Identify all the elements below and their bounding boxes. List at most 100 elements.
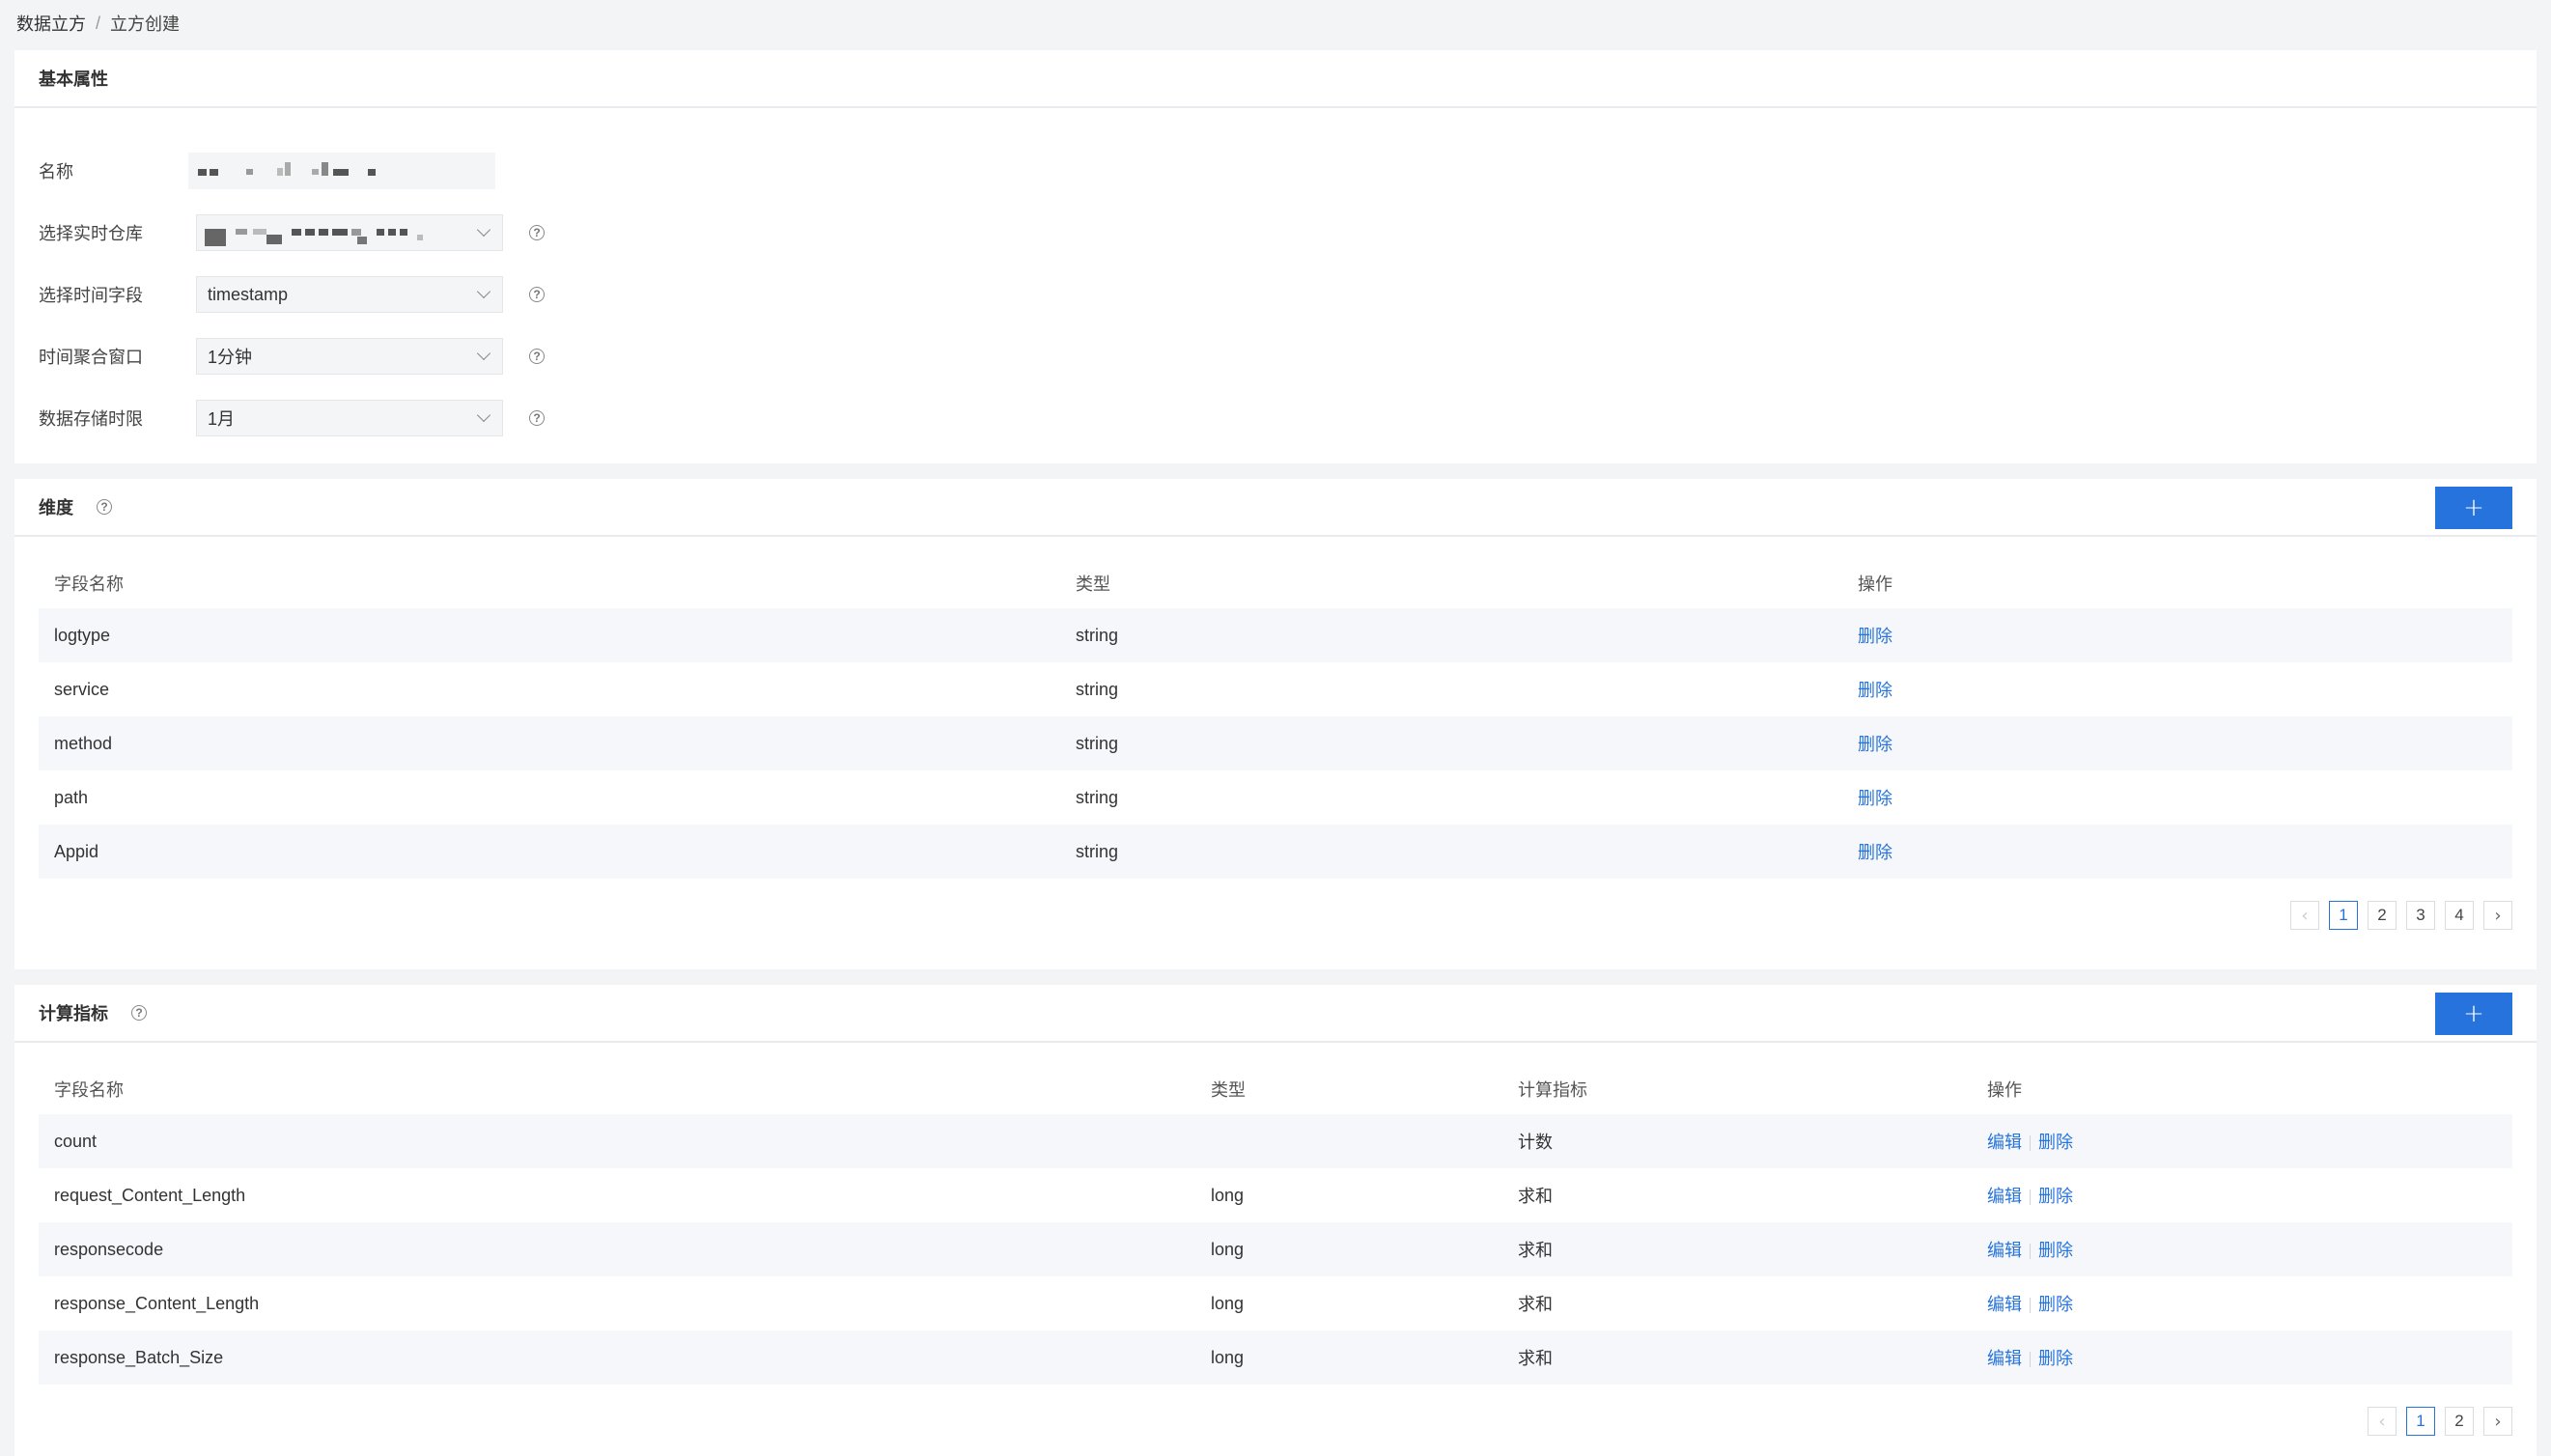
delete-link[interactable]: 删除 — [2038, 1241, 2073, 1260]
dimensions-pagination: ‹ 1 2 3 4 › — [2290, 901, 2512, 930]
metrics-table: 字段名称 类型 计算指标 操作 count 计数 编辑 删除 request_Co… — [39, 1064, 2512, 1385]
edit-link[interactable]: 编辑 — [1987, 1187, 2022, 1206]
retention-select[interactable]: 1月 — [196, 400, 503, 436]
field-name: method — [54, 733, 113, 753]
chevron-down-icon — [476, 284, 491, 299]
page-3-button[interactable]: 3 — [2406, 901, 2435, 930]
time-field-select[interactable]: timestamp — [196, 276, 503, 313]
dimensions-title: 维度 — [39, 498, 73, 518]
next-page-button[interactable]: › — [2483, 901, 2512, 930]
chevron-down-icon — [476, 346, 491, 361]
help-icon[interactable]: ? — [529, 225, 545, 240]
metrics-pagination: ‹ 1 2 › — [2368, 1407, 2512, 1436]
help-icon[interactable]: ? — [97, 499, 112, 515]
window-select[interactable]: 1分钟 — [196, 338, 503, 375]
field-metric: 求和 — [1518, 1295, 1553, 1314]
column-header-type: 类型 — [1076, 574, 1110, 594]
field-type: long — [1211, 1185, 1245, 1205]
field-type: string — [1076, 733, 1119, 753]
breadcrumb-parent[interactable]: 数据立方 — [16, 11, 86, 36]
field-type: long — [1211, 1239, 1245, 1259]
dimensions-card: 维度 ? + 字段名称 类型 操作 logtype string 删除 serv… — [14, 479, 2537, 969]
add-metric-button[interactable]: + — [2435, 993, 2512, 1035]
field-type: long — [1211, 1347, 1245, 1367]
field-name: response_Content_Length — [54, 1293, 260, 1313]
breadcrumb-separator: / — [96, 13, 101, 33]
field-metric: 求和 — [1518, 1349, 1553, 1368]
chevron-down-icon — [476, 222, 491, 238]
table-row: method string 删除 — [39, 716, 2512, 770]
column-header-type: 类型 — [1211, 1080, 1246, 1100]
name-input[interactable] — [188, 153, 495, 189]
edit-link[interactable]: 编辑 — [1987, 1241, 2022, 1260]
basic-properties-header: 基本属性 — [14, 50, 2537, 108]
window-value: 1分钟 — [208, 348, 253, 367]
table-header: 字段名称 类型 操作 — [39, 558, 2512, 608]
delete-link[interactable]: 删除 — [1858, 735, 1892, 754]
field-type: string — [1076, 841, 1119, 861]
table-row: response_Batch_Size long 求和 编辑 删除 — [39, 1330, 2512, 1385]
dimensions-table: 字段名称 类型 操作 logtype string 删除 service str… — [39, 558, 2512, 879]
warehouse-label: 选择实时仓库 — [39, 224, 143, 243]
basic-properties-title: 基本属性 — [39, 70, 108, 89]
help-icon[interactable]: ? — [529, 349, 545, 364]
help-icon[interactable]: ? — [529, 287, 545, 302]
name-row: 名称 — [39, 152, 495, 190]
warehouse-select[interactable] — [196, 214, 503, 251]
delete-link[interactable]: 删除 — [1858, 681, 1892, 700]
table-row: Appid string 删除 — [39, 825, 2512, 879]
metrics-header: 计算指标 ? + — [14, 985, 2537, 1043]
field-type: string — [1076, 625, 1119, 645]
delete-link[interactable]: 删除 — [1858, 627, 1892, 646]
edit-link[interactable]: 编辑 — [1987, 1133, 2022, 1152]
table-row: responsecode long 求和 编辑 删除 — [39, 1222, 2512, 1276]
edit-link[interactable]: 编辑 — [1987, 1295, 2022, 1314]
retention-value: 1月 — [208, 409, 236, 429]
next-page-button[interactable]: › — [2483, 1407, 2512, 1436]
help-icon[interactable]: ? — [131, 1005, 147, 1021]
edit-link[interactable]: 编辑 — [1987, 1349, 2022, 1368]
delete-link[interactable]: 删除 — [2038, 1133, 2073, 1152]
window-label: 时间聚合窗口 — [39, 348, 143, 367]
field-name: response_Batch_Size — [54, 1347, 224, 1367]
column-header-actions: 操作 — [1858, 574, 1892, 594]
delete-link[interactable]: 删除 — [1858, 843, 1892, 862]
column-header-metric: 计算指标 — [1518, 1080, 1587, 1100]
field-metric: 求和 — [1518, 1241, 1553, 1260]
delete-link[interactable]: 删除 — [2038, 1349, 2073, 1368]
breadcrumb-current: 立方创建 — [110, 14, 181, 34]
chevron-down-icon — [476, 407, 491, 423]
add-dimension-button[interactable]: + — [2435, 487, 2512, 529]
time-field-row: 选择时间字段 timestamp ? — [39, 275, 545, 314]
page-1-button[interactable]: 1 — [2406, 1407, 2435, 1436]
prev-page-button[interactable]: ‹ — [2290, 901, 2319, 930]
metrics-card: 计算指标 ? + 字段名称 类型 计算指标 操作 count 计数 编辑 删除 r… — [14, 985, 2537, 1456]
table-row: service string 删除 — [39, 662, 2512, 716]
page-4-button[interactable]: 4 — [2445, 901, 2474, 930]
time-field-label: 选择时间字段 — [39, 286, 143, 305]
delete-link[interactable]: 删除 — [1858, 789, 1892, 808]
field-metric: 求和 — [1518, 1187, 1553, 1206]
table-row: response_Content_Length long 求和 编辑 删除 — [39, 1276, 2512, 1330]
delete-link[interactable]: 删除 — [2038, 1187, 2073, 1206]
window-row: 时间聚合窗口 1分钟 ? — [39, 337, 545, 376]
retention-label: 数据存储时限 — [39, 409, 143, 429]
field-name: Appid — [54, 841, 99, 861]
basic-properties-card: 基本属性 名称 选择实时仓库 ? 选择时间字段 timestamp ? 时间聚合… — [14, 50, 2537, 463]
table-row: logtype string 删除 — [39, 608, 2512, 662]
page-2-button[interactable]: 2 — [2368, 901, 2397, 930]
page-1-button[interactable]: 1 — [2329, 901, 2358, 930]
breadcrumb: 数据立方 / 立方创建 — [16, 10, 180, 37]
delete-link[interactable]: 删除 — [2038, 1295, 2073, 1314]
dimensions-header: 维度 ? + — [14, 479, 2537, 537]
prev-page-button[interactable]: ‹ — [2368, 1407, 2397, 1436]
table-row: count 计数 编辑 删除 — [39, 1114, 2512, 1168]
page-2-button[interactable]: 2 — [2445, 1407, 2474, 1436]
field-name: service — [54, 679, 110, 699]
field-type: string — [1076, 679, 1119, 699]
field-type: string — [1076, 787, 1119, 807]
help-icon[interactable]: ? — [529, 410, 545, 426]
field-name: count — [54, 1131, 98, 1151]
field-name: responsecode — [54, 1239, 164, 1259]
name-label: 名称 — [39, 162, 73, 182]
